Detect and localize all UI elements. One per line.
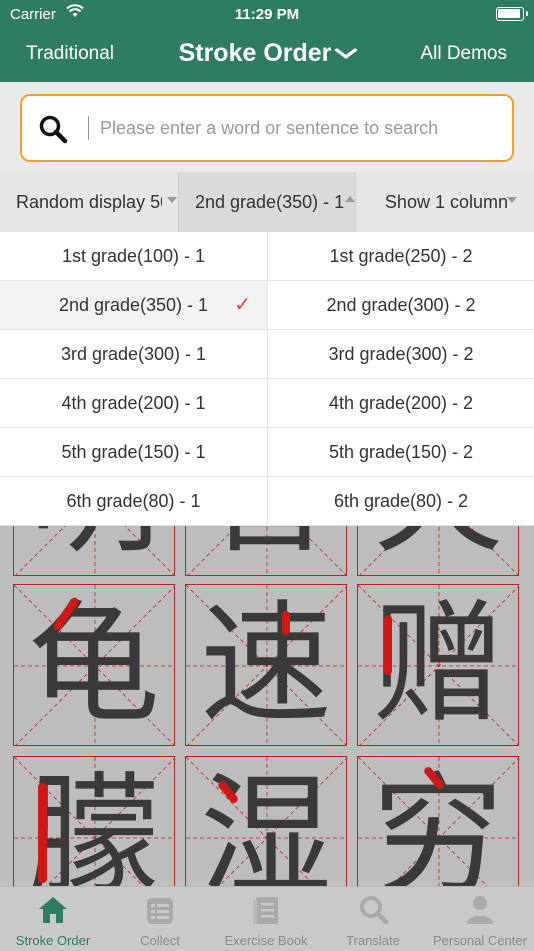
tab-exercise-book[interactable]: Exercise Book bbox=[213, 887, 319, 951]
dropdown-item[interactable]: 4th grade(200) - 2 bbox=[268, 379, 534, 428]
filter-label: 2nd grade(350) - 1 bbox=[195, 192, 345, 212]
tab-stroke-order[interactable]: Stroke Order bbox=[0, 887, 106, 951]
search-area: Please enter a word or sentence to searc… bbox=[0, 82, 534, 172]
all-demos-button[interactable]: All Demos bbox=[420, 43, 507, 65]
person-icon bbox=[467, 896, 493, 924]
caret-down-icon bbox=[507, 197, 517, 203]
app-header: Carrier 11:29 PM Traditional Stroke Orde… bbox=[0, 0, 534, 82]
dropdown-item[interactable]: 5th grade(150) - 1 bbox=[0, 428, 267, 477]
search-icon bbox=[38, 114, 68, 149]
first-stroke-highlight bbox=[38, 783, 47, 883]
dropdown-item[interactable]: 5th grade(150) - 2 bbox=[268, 428, 534, 477]
dropdown-item[interactable]: 1st grade(250) - 2 bbox=[268, 232, 534, 281]
tab-label: Translate bbox=[346, 933, 400, 948]
filter-label: Show 1 column bbox=[384, 192, 508, 212]
character-glyph: 速 bbox=[200, 588, 332, 742]
tab-label: Collect bbox=[140, 933, 180, 948]
dropdown-item-selected[interactable]: 2nd grade(350) - 1 ✓ bbox=[0, 281, 267, 330]
character-cell[interactable]: 湿 bbox=[185, 756, 347, 888]
dropdown-item[interactable]: 3rd grade(300) - 2 bbox=[268, 330, 534, 379]
character-cell[interactable]: 穷 bbox=[357, 756, 519, 888]
caret-down-icon bbox=[167, 197, 177, 203]
first-stroke-highlight bbox=[282, 611, 290, 635]
character-grid: 明 省 火 龟 速 赠 朦 湿 穷 bbox=[0, 526, 534, 888]
tab-collect[interactable]: Collect bbox=[107, 887, 213, 951]
caret-up-icon bbox=[345, 196, 355, 202]
tab-personal-center[interactable]: Personal Center bbox=[427, 887, 533, 951]
character-glyph: 龟 bbox=[28, 588, 160, 742]
character-glyph: 明 bbox=[14, 526, 174, 575]
dropdown-item[interactable]: 2nd grade(300) - 2 bbox=[268, 281, 534, 330]
character-cell[interactable]: 省 bbox=[185, 526, 347, 576]
filter-bar: Random display 50 2nd grade(350) - 1 Sho… bbox=[0, 172, 534, 233]
dropdown-item[interactable]: 3rd grade(300) - 1 bbox=[0, 330, 267, 379]
tab-translate[interactable]: Translate bbox=[320, 887, 426, 951]
character-glyph: 赠 bbox=[372, 588, 504, 742]
magnifier-icon bbox=[360, 896, 389, 925]
dropdown-column-1: 1st grade(100) - 1 2nd grade(350) - 1 ✓ 3… bbox=[0, 232, 267, 526]
character-cell[interactable]: 明 bbox=[13, 526, 175, 576]
dropdown-item[interactable]: 4th grade(200) - 1 bbox=[0, 379, 267, 428]
character-cell[interactable]: 火 bbox=[357, 526, 519, 576]
clock: 11:29 PM bbox=[234, 6, 300, 23]
text-cursor bbox=[88, 116, 89, 140]
tab-label: Personal Center bbox=[433, 933, 527, 948]
search-placeholder: Please enter a word or sentence to searc… bbox=[100, 118, 439, 138]
book-icon bbox=[253, 897, 278, 924]
status-bar: Carrier 11:29 PM bbox=[0, 4, 534, 24]
chevron-down-icon bbox=[335, 48, 358, 59]
character-cell[interactable]: 速 bbox=[185, 584, 347, 746]
home-icon bbox=[39, 897, 67, 923]
character-cell[interactable]: 赠 bbox=[357, 584, 519, 746]
character-glyph: 省 bbox=[186, 526, 346, 575]
page-title: Stroke Order bbox=[178, 39, 332, 67]
column-filter[interactable]: Show 1 column bbox=[356, 172, 534, 232]
dropdown-item[interactable]: 6th grade(80) - 2 bbox=[268, 477, 534, 526]
dropdown-item[interactable]: 1st grade(100) - 1 bbox=[0, 232, 267, 281]
first-stroke-highlight bbox=[384, 615, 392, 675]
list-icon bbox=[147, 898, 173, 924]
tab-bar: Stroke Order Collect Exercise Book Trans… bbox=[0, 886, 534, 951]
character-cell[interactable]: 朦 bbox=[13, 756, 175, 888]
nav-bar: Traditional Stroke Order All Demos bbox=[0, 36, 534, 76]
character-cell[interactable]: 龟 bbox=[13, 584, 175, 746]
battery-icon bbox=[496, 7, 528, 21]
tab-label: Exercise Book bbox=[224, 933, 308, 948]
filter-label: Random display 50 bbox=[16, 192, 162, 212]
character-glyph: 湿 bbox=[200, 760, 332, 888]
tab-label: Stroke Order bbox=[15, 933, 91, 948]
grade-filter[interactable]: 2nd grade(350) - 1 bbox=[178, 172, 356, 232]
character-glyph: 火 bbox=[358, 526, 518, 575]
display-count-filter[interactable]: Random display 50 bbox=[0, 172, 178, 232]
grade-dropdown-menu: 1st grade(100) - 1 2nd grade(350) - 1 ✓ 3… bbox=[0, 232, 534, 526]
checkmark-icon: ✓ bbox=[234, 294, 251, 316]
dropdown-column-2: 1st grade(250) - 2 2nd grade(300) - 2 3r… bbox=[267, 232, 534, 526]
search-input[interactable]: Please enter a word or sentence to searc… bbox=[20, 94, 514, 162]
dropdown-item[interactable]: 6th grade(80) - 1 bbox=[0, 477, 267, 526]
